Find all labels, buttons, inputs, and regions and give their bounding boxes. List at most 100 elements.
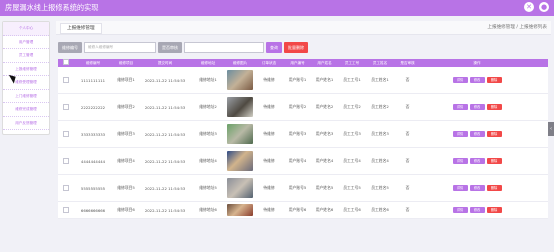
row-audit: 否 [405,77,410,82]
row-checkbox[interactable] [63,185,69,191]
row-user-name: 用户姓名3 [315,131,334,136]
row-actions: 详情 修改 删除 [444,158,510,164]
row-photo[interactable] [227,70,253,90]
audit-label: 是否审核 [158,41,182,53]
row-staff-name: 员工姓名1 [371,77,389,82]
toolbar: 维修编号 维修人维修编号 是否审核 查询 批量删除 [58,40,308,54]
user-icon[interactable]: ● [539,2,549,12]
row-user-name: 用户姓名4 [315,158,334,163]
delete-button[interactable]: 删除 [486,207,502,213]
row-actions: 详情 修改 删除 [444,77,510,83]
sidebar-item-users[interactable]: 用户管理 [3,36,49,49]
edit-button[interactable]: 修改 [469,185,485,191]
row-time: 2022-11-22 11:54:53 [144,158,186,164]
row-photo[interactable] [227,124,253,144]
table-row: 2222222222 维修项目2 2022-11-22 11:54:53 维修地… [58,94,548,121]
row-photo[interactable] [227,204,253,216]
detail-button[interactable]: 详情 [452,131,468,137]
row-status: 待维修 [263,185,275,190]
audit-select[interactable] [184,41,264,53]
row-actions: 详情 修改 删除 [444,207,510,213]
sidebar-item-feedback[interactable]: 用户反馈管理 [3,117,49,130]
row-checkbox[interactable] [63,207,69,213]
header-checkbox[interactable] [58,59,74,67]
detail-button[interactable]: 详情 [452,104,468,110]
sidebar-item-staff[interactable]: 员工管理 [3,49,49,63]
delete-button[interactable]: 删除 [486,104,502,110]
edit-button[interactable]: 修改 [469,158,485,164]
row-user-id: 用户账号3 [288,131,307,136]
detail-button[interactable]: 详情 [452,158,468,164]
side-scroll-handle[interactable]: ‹ [548,122,554,136]
edit-button[interactable]: 修改 [469,207,485,213]
table-row: 6666666666 维修项目6 2022-11-22 11:54:53 维修地… [58,202,548,219]
row-id: 3333333333 [80,131,106,137]
row-item: 维修项目6 [117,207,135,212]
delete-button[interactable]: 删除 [486,185,502,191]
row-time: 2022-11-22 11:54:53 [144,185,186,191]
row-photo[interactable] [227,151,253,171]
detail-button[interactable]: 详情 [452,207,468,213]
row-staff-id: 员工工号4 [343,158,361,163]
row-user-name: 用户姓名6 [315,207,334,212]
row-status: 待维修 [263,77,275,82]
row-photo[interactable] [227,97,253,117]
delete-button[interactable]: 删除 [486,158,502,164]
edit-button[interactable]: 修改 [469,131,485,137]
table-row: 5555555555 维修项目5 2022-11-22 11:54:53 维修地… [58,175,548,202]
row-user-name: 用户姓名1 [315,77,334,82]
row-staff-name: 员工姓名2 [371,104,389,109]
row-staff-name: 员工姓名3 [371,131,389,136]
detail-button[interactable]: 详情 [452,77,468,83]
detail-button[interactable]: 详情 [452,185,468,191]
row-staff-id: 员工工号2 [343,104,361,109]
header-staff-id: 员工工号 [344,61,360,65]
row-id: 2222222222 [80,104,106,110]
row-actions: 详情 修改 删除 [444,104,510,110]
row-time: 2022-11-22 11:54:53 [144,77,186,83]
edit-button[interactable]: 修改 [469,104,485,110]
row-staff-id: 员工工号6 [343,207,361,212]
row-item: 维修项目2 [117,104,135,109]
row-checkbox[interactable] [63,104,69,110]
header-id: 维修编号 [85,61,101,65]
delete-button[interactable]: 删除 [486,77,502,83]
edit-button[interactable]: 修改 [469,77,485,83]
batch-delete-button[interactable]: 批量删除 [284,41,308,53]
query-button[interactable]: 查询 [266,41,282,53]
tab-bar: 上报维修管理 上报维修管理 / 上报维修列表 [56,21,551,35]
row-audit: 否 [405,104,410,109]
header-time: 提交时间 [157,61,173,65]
sidebar-item-profile[interactable]: 个人中心 [3,22,49,36]
top-bar: 房屋漏水线上报修系统的实现 ✕ ● [0,0,554,16]
row-user-name: 用户姓名2 [315,104,334,109]
header-status: 订单状态 [261,61,277,65]
row-checkbox[interactable] [63,158,69,164]
tab-report[interactable]: 上报维修管理 [60,23,102,34]
row-status: 待维修 [263,104,275,109]
row-item: 维修项目4 [117,158,135,163]
row-status: 待维修 [263,131,275,136]
row-address: 维修地址4 [199,158,217,163]
row-item: 维修项目5 [117,185,135,190]
row-item: 维修项目1 [117,77,135,82]
row-user-id: 用户账号2 [288,104,307,109]
id-label: 维修编号 [58,41,82,53]
row-photo[interactable] [227,178,253,198]
row-id: 5555555555 [80,185,106,191]
header-item: 维修项目 [118,61,134,65]
row-staff-name: 员工姓名4 [371,158,389,163]
row-checkbox[interactable] [63,77,69,83]
row-user-id: 用户账号5 [288,185,307,190]
row-audit: 否 [405,131,410,136]
row-staff-id: 员工工号3 [343,131,361,136]
row-checkbox[interactable] [63,131,69,137]
row-user-name: 用户姓名5 [315,185,334,190]
header-photo: 维修图片 [232,61,248,65]
delete-button[interactable]: 删除 [486,131,502,137]
id-input[interactable]: 维修人维修编号 [84,41,156,53]
sidebar-item-onsite[interactable]: 上门维修管理 [3,90,49,103]
sidebar-item-complete[interactable]: 维修完成管理 [3,103,49,117]
row-user-id: 用户账号6 [288,207,307,212]
close-icon[interactable]: ✕ [524,2,534,12]
